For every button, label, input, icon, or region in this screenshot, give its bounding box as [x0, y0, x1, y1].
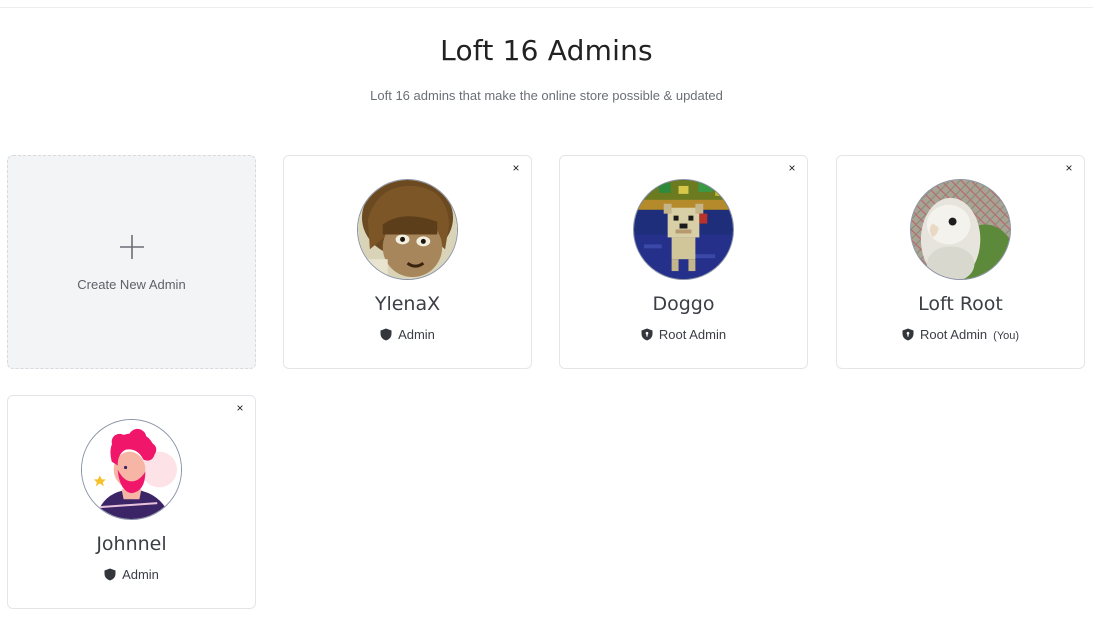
avatar — [357, 179, 458, 280]
page-subtitle: Loft 16 admins that make the online stor… — [370, 88, 723, 103]
current-user-badge: (You) — [993, 330, 1020, 342]
admin-role: Root Admin (You) — [837, 327, 1084, 342]
shield-keyhole-icon — [641, 328, 653, 341]
create-admin-card[interactable]: Create New Admin — [7, 155, 256, 369]
shield-icon — [104, 568, 116, 581]
admin-name: Johnnel — [96, 533, 167, 555]
avatar — [81, 419, 182, 520]
admin-name: YlenaX — [374, 293, 441, 315]
plus-icon — [120, 235, 144, 259]
illustrated-man-avatar — [82, 420, 181, 519]
admin-role-label: Admin — [122, 567, 159, 582]
shield-icon — [380, 328, 392, 341]
avatar — [633, 179, 734, 280]
close-icon[interactable]: × — [509, 161, 523, 175]
admin-role: Admin — [8, 567, 255, 582]
create-admin-label: Create New Admin — [77, 277, 186, 292]
page-title: Loft 16 Admins — [440, 34, 653, 67]
avatar — [910, 179, 1011, 280]
admin-role-label: Root Admin — [658, 327, 727, 342]
close-icon[interactable]: × — [785, 161, 799, 175]
admin-name: Loft Root — [918, 293, 1003, 315]
parrot-avatar — [911, 180, 1010, 279]
pixel-dog-avatar — [634, 180, 733, 279]
close-icon[interactable]: × — [1062, 161, 1076, 175]
admin-card: × Doggo Root Admin — [559, 155, 808, 369]
close-icon[interactable]: × — [233, 401, 247, 415]
top-bar — [0, 0, 1093, 8]
admin-role: Root Admin — [560, 327, 807, 342]
admin-role-label: Root Admin — [919, 327, 988, 342]
admin-role: Admin — [284, 327, 531, 342]
shield-keyhole-icon — [902, 328, 914, 341]
admin-card: × Loft Root Root Admin (You) — [836, 155, 1085, 369]
admin-card: × YlenaX Admin — [283, 155, 532, 369]
admin-name: Doggo — [652, 293, 715, 315]
anime-character-avatar — [358, 180, 457, 279]
admin-card: × Johnnel Admin — [7, 395, 256, 609]
admin-role-label: Admin — [398, 327, 435, 342]
